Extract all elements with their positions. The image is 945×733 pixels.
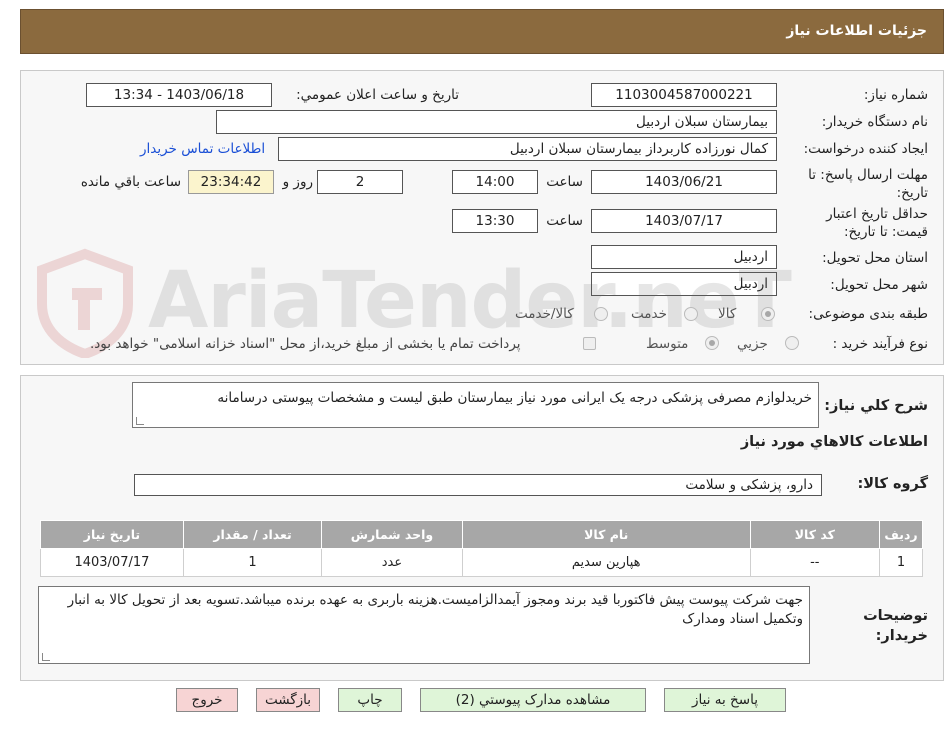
purchase-partial-radio[interactable] <box>785 336 799 350</box>
purchase-partial-label: جزيي <box>737 336 768 352</box>
days-field[interactable]: 2 <box>317 170 403 194</box>
page-title: جزئیات اطلاعات نیاز <box>786 23 927 39</box>
purchase-medium-radio[interactable] <box>705 336 719 350</box>
validity-date-field[interactable]: 1403/07/17 <box>591 209 777 233</box>
city-field[interactable]: اردبیل <box>591 272 777 296</box>
cell-unit: عدد <box>321 548 463 577</box>
purchase-type-label: نوع فرآیند خرید : <box>832 336 928 352</box>
view-attachments-button[interactable]: مشاهده مدارک پیوستي (2) <box>420 688 646 712</box>
treasury-note: پرداخت تمام یا بخشی از مبلغ خرید،از محل … <box>90 336 521 352</box>
city-label: شهر محل تحویل: <box>830 277 928 293</box>
creator-label: ایجاد کننده درخواست: <box>803 141 928 157</box>
description-label: شرح کلي نياز: <box>824 398 928 414</box>
col-code: کد کالا <box>749 520 880 549</box>
reply-button[interactable]: پاسخ به نیاز <box>664 688 786 712</box>
buyer-notes-label: توضيحات خريدار: <box>863 608 928 644</box>
col-name: نام کالا <box>461 520 751 549</box>
announce-date-field[interactable]: 1403/06/18 - 13:34 <box>86 83 272 107</box>
exit-button[interactable]: خروج <box>176 688 238 712</box>
remaining-time-field: 23:34:42 <box>188 170 274 194</box>
goods-group-field[interactable]: دارو، پزشکی و سلامت <box>134 474 822 496</box>
description-text: خریدلوازم مصرفی پزشکی درجه یک ایرانی مور… <box>217 390 812 406</box>
cell-name: هپارین سدیم <box>461 548 751 577</box>
deadline-label: مهلت ارسال پاسخ: تا تاریخ: <box>808 167 928 201</box>
print-button[interactable]: چاپ <box>338 688 402 712</box>
deadline-time-field[interactable]: 14:00 <box>452 170 538 194</box>
goods-group-label: گروه کالا: <box>857 476 928 492</box>
need-number-field[interactable]: 1103004587000221 <box>591 83 777 107</box>
category-goods-service-radio[interactable] <box>594 307 608 321</box>
days-label: روز و <box>282 174 313 190</box>
purchase-medium-label: متوسط <box>646 336 689 352</box>
remaining-time-label: ساعت باقي مانده <box>80 174 181 190</box>
province-label: استان محل تحویل: <box>822 250 928 266</box>
resize-grip-icon <box>42 653 50 661</box>
need-number-label: شماره نیاز: <box>863 87 928 103</box>
goods-table-header: رديف کد کالا نام کالا واحد شمارش تعداد /… <box>40 520 924 549</box>
table-row: 1 -- هپارین سدیم عدد 1 1403/07/17 <box>40 548 924 577</box>
description-textarea[interactable]: خریدلوازم مصرفی پزشکی درجه یک ایرانی مور… <box>132 382 819 428</box>
province-field[interactable]: اردبیل <box>591 245 777 269</box>
deadline-date-field[interactable]: 1403/06/21 <box>591 170 777 194</box>
col-unit: واحد شمارش <box>321 520 463 549</box>
goods-section-title: اطلاعات کالاهاي مورد نياز <box>740 434 928 450</box>
buyer-contact-link[interactable]: اطلاعات تماس خريدار <box>140 141 265 157</box>
treasury-checkbox[interactable] <box>583 337 596 350</box>
buyer-org-label: نام دستگاه خريدار: <box>821 114 928 130</box>
validity-time-field[interactable]: 13:30 <box>452 209 538 233</box>
col-qty: تعداد / مقدار <box>182 520 323 549</box>
resize-grip-icon <box>136 417 144 425</box>
validity-label: حداقل تاريخ اعتبار قيمت: تا تاریخ: <box>826 206 928 240</box>
category-service-radio[interactable] <box>684 307 698 321</box>
col-row: رديف <box>878 520 924 549</box>
cell-row: 1 <box>878 548 924 577</box>
category-label: طبقه بندی موضوعی: <box>808 306 928 322</box>
goods-table: رديف کد کالا نام کالا واحد شمارش تعداد /… <box>40 520 924 577</box>
category-service-label: خدمت <box>631 306 667 322</box>
back-button[interactable]: بازگشت <box>256 688 320 712</box>
buyer-notes-textarea[interactable]: جهت شرکت پیوست پیش فاکتوربا قید برند ومج… <box>38 586 810 664</box>
cell-code: -- <box>749 548 880 577</box>
col-date: تاريخ نياز <box>40 520 184 549</box>
page-header: جزئیات اطلاعات نیاز <box>20 9 944 54</box>
cell-date: 1403/07/17 <box>40 548 184 577</box>
announce-date-label: تاریخ و ساعت اعلان عمومي: <box>296 87 459 103</box>
buyer-org-field[interactable]: بیمارستان سبلان اردبیل <box>216 110 777 134</box>
category-goods-service-label: کالا/خدمت <box>515 306 574 322</box>
creator-field[interactable]: کمال نورزاده کاربرداز بیمارستان سبلان ار… <box>278 137 777 161</box>
category-goods-label: کالا <box>718 306 737 322</box>
validity-time-label: ساعت <box>546 213 583 229</box>
cell-qty: 1 <box>182 548 323 577</box>
category-goods-radio[interactable] <box>761 307 775 321</box>
deadline-time-label: ساعت <box>546 174 583 190</box>
buyer-notes-text: جهت شرکت پیوست پیش فاکتوربا قید برند ومج… <box>67 592 803 627</box>
